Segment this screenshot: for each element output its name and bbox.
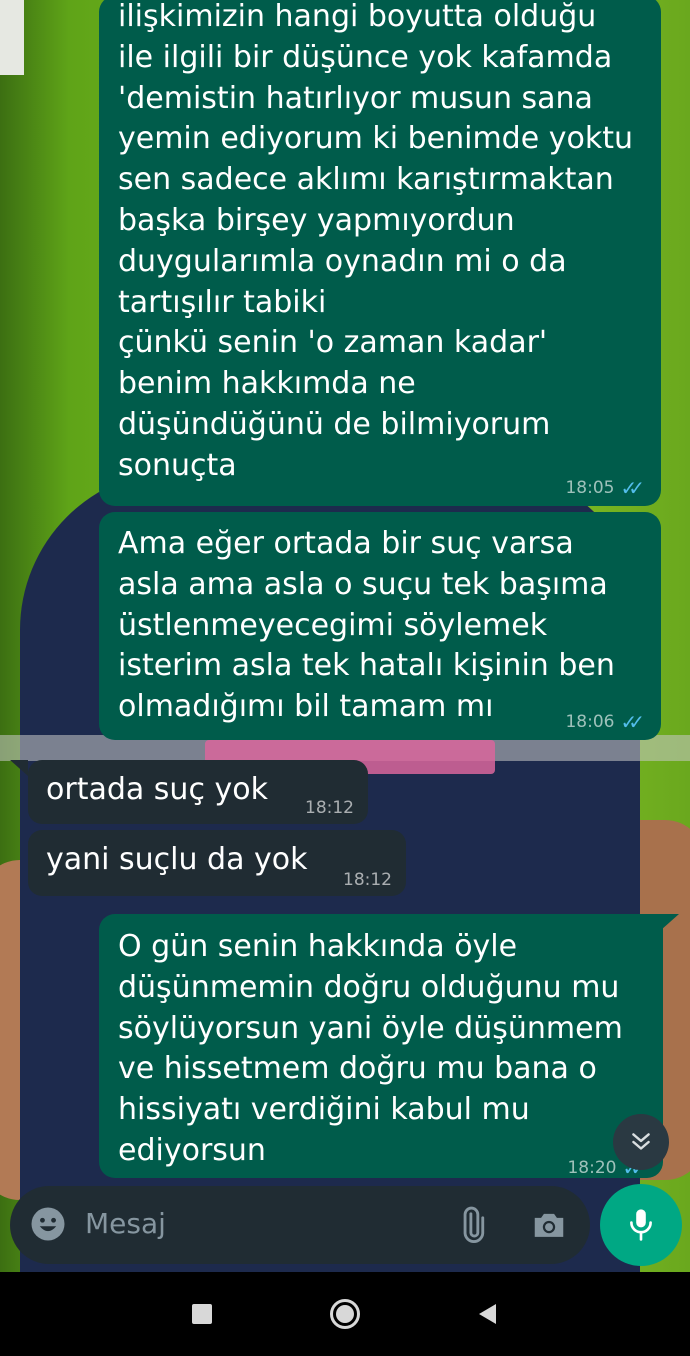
message-text-line: söylüyorsun yani öyle düşünmem xyxy=(118,1010,623,1046)
message-meta: 18:06 ✓✓ xyxy=(565,712,645,732)
message-text-line: sen sadece aklımı karıştırmaktan xyxy=(118,162,614,198)
bubble-tail xyxy=(661,914,679,930)
message-time: 18:20 xyxy=(567,1158,617,1178)
message-bubble-outgoing[interactable]: O gün senin hakkında öyle düşünmemin doğ… xyxy=(99,914,663,1178)
message-text-line: ilişkimizin hangi boyutta olduğu xyxy=(118,0,597,34)
emoji-icon[interactable] xyxy=(30,1206,66,1242)
message-time: 18:12 xyxy=(343,870,392,890)
message-text-line: sonuçta xyxy=(118,447,237,483)
message-input[interactable]: Mesaj xyxy=(85,1206,166,1242)
message-time: 18:06 xyxy=(565,712,615,732)
system-navigation-bar xyxy=(0,1272,690,1356)
home-icon[interactable] xyxy=(329,1298,361,1330)
message-text-line: başka birşey yapmıyordun xyxy=(118,202,515,238)
message-text-line: ve hissetmem doğru mu bana o xyxy=(118,1051,597,1087)
message-time: 18:12 xyxy=(305,798,354,818)
message-composer[interactable]: Mesaj xyxy=(10,1186,590,1264)
message-text-line: Ama eğer ortada bir suç varsa xyxy=(118,526,574,561)
message-text-line: üstlenmeyecegimi söylemek xyxy=(118,607,548,643)
message-text-line: olmadığımı bil tamam mı xyxy=(118,689,494,725)
message-time: 18:05 xyxy=(565,478,615,498)
message-meta: 18:05 ✓✓ xyxy=(565,478,645,498)
attach-icon[interactable] xyxy=(453,1206,491,1244)
message-text-line: ile ilgili bir düşünce yok kafamda xyxy=(118,39,613,75)
scroll-to-bottom-button[interactable] xyxy=(613,1114,669,1170)
message-meta: 18:12 xyxy=(305,798,354,818)
message-text-line: O gün senin hakkında öyle xyxy=(118,929,518,964)
back-icon[interactable] xyxy=(476,1302,498,1326)
message-text-line: hissiyatı verdiğini kabul mu xyxy=(118,1092,530,1128)
voice-record-button[interactable] xyxy=(600,1184,682,1266)
message-bubble-outgoing[interactable]: ilişkimizin hangi boyutta olduğu ile ilg… xyxy=(99,0,661,506)
message-text-line: ediyorsun xyxy=(118,1132,266,1168)
message-bubble-incoming[interactable]: yani suçlu da yok 18:12 xyxy=(28,830,406,896)
message-bubble-outgoing[interactable]: Ama eğer ortada bir suç varsa asla ama a… xyxy=(99,512,661,740)
recents-icon[interactable] xyxy=(192,1304,212,1324)
message-text-line: yemin ediyorum ki benimde yoktu xyxy=(118,121,633,157)
message-text-line: düşünmemin doğru olduğunu mu xyxy=(118,969,620,1005)
message-text-line: 'demistin hatırlıyor musun sana xyxy=(118,80,593,116)
message-text-line: duygularımla oynadın mi o da xyxy=(118,243,567,279)
message-meta: 18:12 xyxy=(343,870,392,890)
camera-icon[interactable] xyxy=(530,1206,568,1244)
message-text-line: çünkü senin 'o zaman kadar' xyxy=(118,325,548,361)
wallpaper-corner xyxy=(0,0,24,75)
message-text-line: tartışılır tabiki xyxy=(118,284,327,320)
read-ticks-icon: ✓✓ xyxy=(620,710,644,734)
message-bubble-incoming[interactable]: ortada suç yok 18:12 xyxy=(28,760,368,824)
read-ticks-icon: ✓✓ xyxy=(620,476,644,500)
double-chevron-down-icon xyxy=(632,1133,650,1150)
message-text-line: benim hakkımda ne xyxy=(118,366,416,402)
message-text-line: isterim asla tek hatalı kişinin ben xyxy=(118,648,615,684)
mic-icon xyxy=(630,1209,652,1241)
message-text-line: düşündüğünü de bilmiyorum xyxy=(118,406,551,442)
message-text-line: asla ama asla o suçu tek başıma xyxy=(118,566,608,602)
bubble-tail xyxy=(10,760,28,776)
